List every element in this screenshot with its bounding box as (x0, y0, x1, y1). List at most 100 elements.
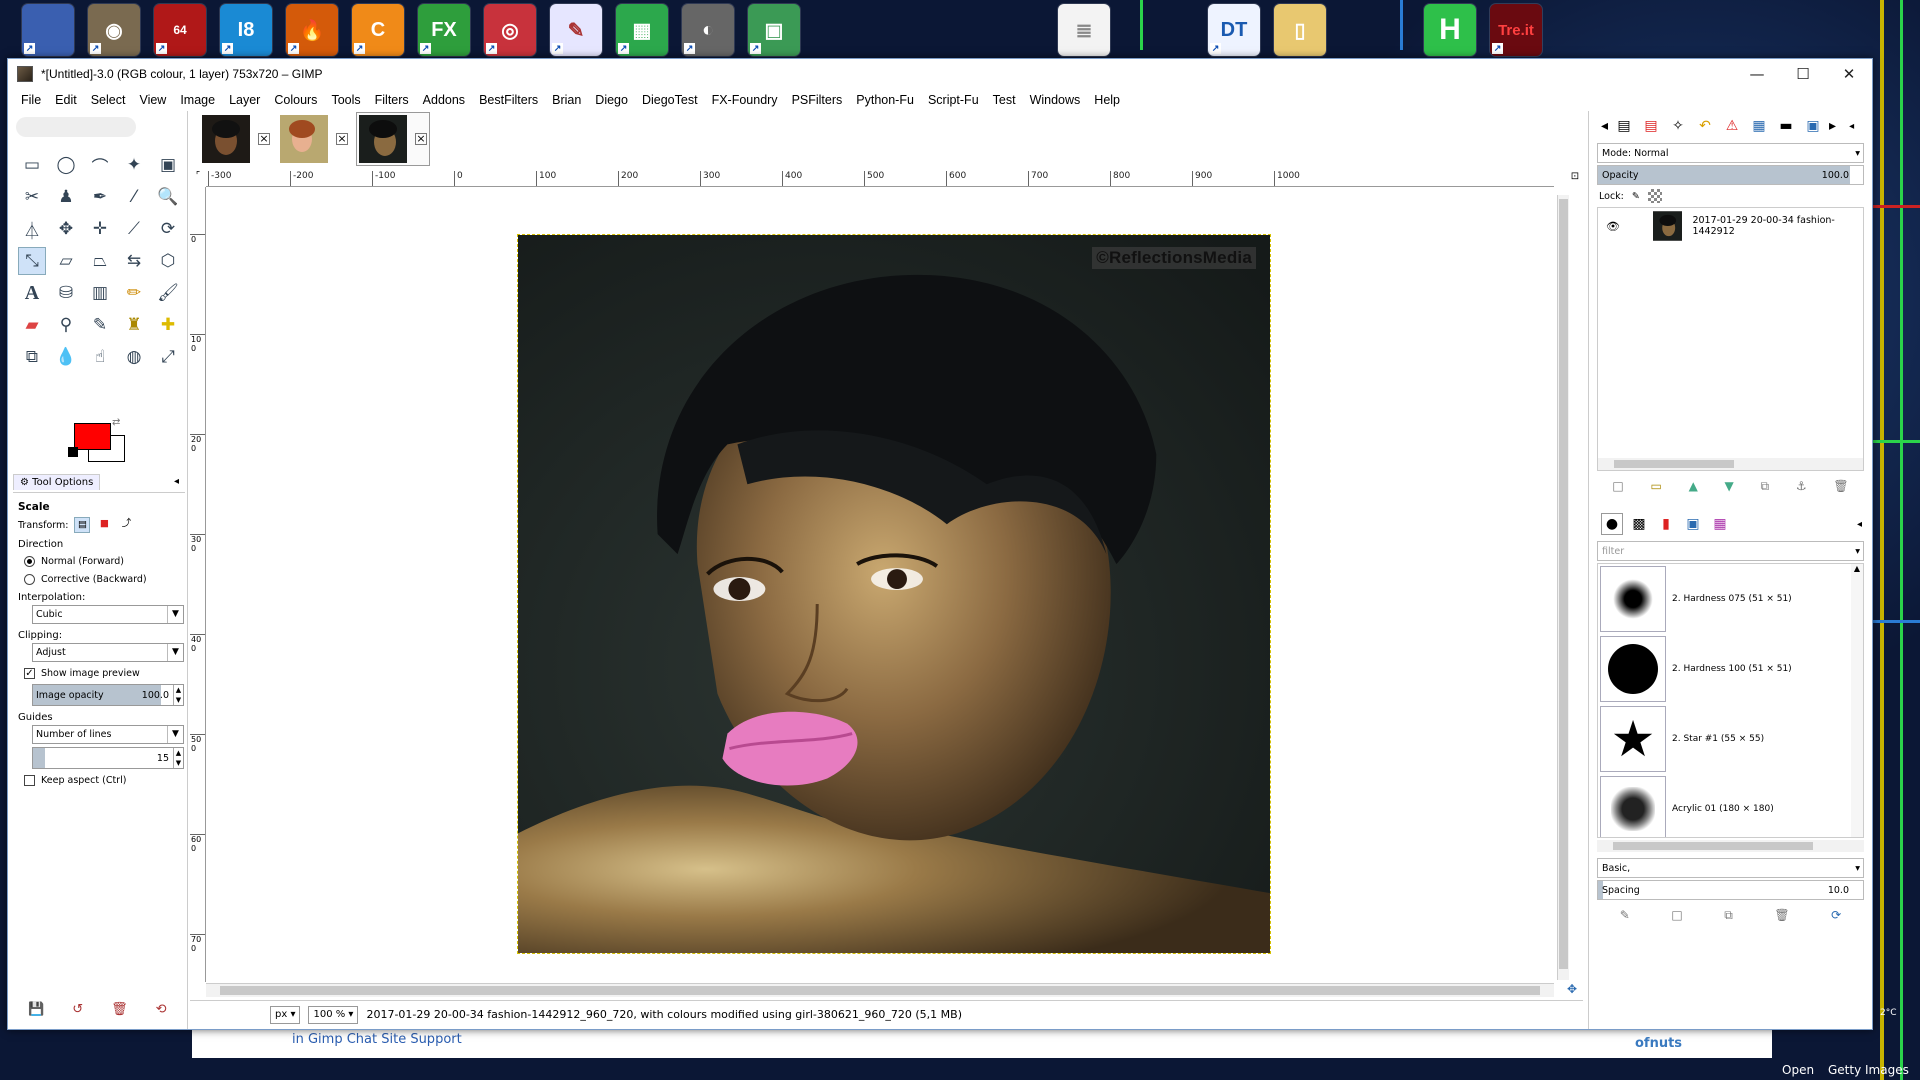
delete-layer-icon[interactable]: 🗑 (1833, 479, 1848, 493)
color-picker-icon[interactable]: ⁄ (120, 183, 148, 211)
scrollbar-thumb[interactable] (1614, 460, 1734, 468)
menu-item-layer[interactable]: Layer (222, 93, 267, 107)
foreground-color-swatch[interactable] (74, 423, 111, 450)
menu-item-edit[interactable]: Edit (48, 93, 84, 107)
blur-icon[interactable]: 💧 (52, 343, 80, 371)
quick-mask-corner[interactable]: ⌜ (190, 171, 206, 187)
raise-layer-icon[interactable]: ▲ (1689, 479, 1698, 493)
layers-hscrollbar[interactable] (1598, 458, 1863, 470)
images-tab-icon[interactable]: ▦ (1748, 115, 1770, 137)
scrollbar-thumb[interactable] (220, 986, 1540, 995)
clone-icon[interactable]: ♜ (120, 311, 148, 339)
brushes-tab-icon[interactable]: ● (1601, 513, 1623, 535)
vertical-ruler[interactable]: 0 100 200 300 400 500 600 700 (190, 187, 206, 982)
canvas-viewport[interactable]: ©ReflectionsMedia (206, 187, 1554, 982)
rotate-icon[interactable]: ⟳ (154, 215, 182, 243)
gimp-app-icon[interactable]: ◉ ↗ (88, 4, 140, 56)
folder2-icon[interactable]: ▯ (1274, 4, 1326, 56)
menu-item-colours[interactable]: Colours (267, 93, 324, 107)
menu-item-view[interactable]: View (132, 93, 173, 107)
menu-item-tools[interactable]: Tools (324, 93, 367, 107)
templates-tab-icon[interactable]: ▣ (1802, 115, 1824, 137)
maximize-button[interactable]: ☐ (1780, 59, 1826, 89)
rect-select-icon[interactable]: ▭ (18, 151, 46, 179)
horizontal-scrollbar[interactable] (206, 983, 1554, 997)
scroll-left-icon[interactable]: ◂ (1601, 118, 1608, 134)
treit-app-icon[interactable]: Tre.it ↗ (1490, 4, 1542, 56)
dt-app-icon[interactable]: DT ↗ (1208, 4, 1260, 56)
minimize-button[interactable]: — (1734, 59, 1780, 89)
brush-item[interactable]: 2. Hardness 100 (51 × 51) (1598, 634, 1863, 704)
undo-history-tab-icon[interactable]: ↶ (1694, 115, 1716, 137)
layer-mode-select[interactable]: Mode: Normal ▾ (1597, 143, 1864, 163)
menu-item-python-fu[interactable]: Python-Fu (849, 93, 921, 107)
horizontal-ruler[interactable]: -300 -200 -100 0 100 200 300 400 500 600 700 800 900… (206, 171, 1554, 187)
scale-icon[interactable]: ⤡ (18, 247, 46, 275)
layer-row[interactable]: 👁 2017-01-29 20-00-34 fashion-1442912 (1598, 208, 1863, 244)
perspective-icon[interactable]: ⏢ (86, 247, 114, 275)
zoom-icon[interactable]: 🔍 (154, 183, 182, 211)
layers-tab-icon[interactable]: ▤ (1613, 115, 1635, 137)
radio-on[interactable] (24, 555, 35, 567)
fuzzy-select-icon[interactable]: ✦ (120, 151, 148, 179)
radio-off[interactable] (24, 573, 35, 585)
document-icon[interactable]: ≣ (1058, 4, 1110, 56)
lock-alpha-icon[interactable] (1647, 189, 1662, 203)
ink-icon[interactable]: ✎ (86, 311, 114, 339)
transform-selection-icon[interactable]: ■ (96, 517, 112, 533)
image-opacity-slider[interactable]: Image opacity 100.0 ▲ ▼ (32, 684, 184, 706)
shear-icon[interactable]: ▱ (52, 247, 80, 275)
interpolation-select[interactable]: Cubic ▼ (32, 605, 184, 624)
dock-menu-icon[interactable]: ◂ (1857, 519, 1862, 530)
brush-item[interactable]: Acrylic 01 (180 × 180) (1598, 774, 1863, 837)
color-select-icon[interactable]: ▣ (154, 151, 182, 179)
menu-item-diegotest[interactable]: DiegoTest (635, 93, 705, 107)
show-preview-checkbox[interactable]: ✓ Show image preview (24, 666, 185, 680)
brush-item[interactable]: ★ 2. Star #1 (55 × 55) (1598, 704, 1863, 774)
measure-icon[interactable]: ⏃ (18, 215, 46, 243)
keep-aspect-checkbox[interactable]: Keep aspect (Ctrl) (24, 773, 185, 787)
heal-icon[interactable]: ✚ (154, 311, 182, 339)
menu-item-filters[interactable]: Filters (368, 93, 416, 107)
forum-user[interactable]: ofnuts (1635, 1036, 1682, 1051)
refresh-brushes-icon[interactable]: ⟳ (1831, 908, 1841, 922)
new-brush-icon[interactable]: □ (1671, 908, 1682, 922)
warp-icon[interactable]: ⤢ (154, 343, 182, 371)
align-icon[interactable]: ✛ (86, 215, 114, 243)
folder-app-icon[interactable]: ▦ ↗ (616, 4, 668, 56)
menu-item-psfilters[interactable]: PSFilters (785, 93, 850, 107)
save-options-icon[interactable]: 💾 (28, 1002, 44, 1017)
brush-preset-select[interactable]: Basic, ▾ (1597, 858, 1864, 878)
brush-vscrollbar[interactable]: ▲ (1851, 564, 1863, 837)
duplicate-brush-icon[interactable]: ⧉ (1724, 908, 1733, 923)
dodge-burn-icon[interactable]: ◍ (120, 343, 148, 371)
devices-tab-icon[interactable]: ▬ (1775, 115, 1797, 137)
ellipse-select-icon[interactable]: ◯ (52, 151, 80, 179)
close-tab-icon[interactable]: × (258, 133, 270, 145)
guides-lines-spinner[interactable]: 15 ▲ ▼ (32, 747, 184, 769)
tab-tool-options[interactable]: ⚙ Tool Options (13, 473, 101, 490)
scroll-right-icon[interactable]: ▸ (1829, 118, 1836, 134)
image-tab[interactable]: × (200, 113, 272, 165)
error-console-tab-icon[interactable]: ⚠ (1721, 115, 1743, 137)
new-layer-icon[interactable]: □ (1612, 479, 1623, 493)
brush-hscrollbar[interactable] (1597, 840, 1864, 852)
free-select-icon[interactable]: ⌒ (86, 151, 114, 179)
spin-arrows-icon[interactable]: ▲ ▼ (173, 685, 183, 705)
unit-select[interactable]: px ▾ (270, 1005, 301, 1024)
new-group-icon[interactable]: ▭ (1650, 479, 1661, 493)
paint-app-icon[interactable]: ✎ ↗ (550, 4, 602, 56)
dock-menu-icon[interactable]: ◂ (1849, 121, 1854, 132)
files-app-icon[interactable]: ↗ (22, 4, 74, 56)
canvas-image[interactable]: ©ReflectionsMedia (517, 234, 1271, 954)
move-icon[interactable]: ✥ (52, 215, 80, 243)
brush-filter-input[interactable]: filter ▾ (1597, 541, 1864, 561)
perspective-clone-icon[interactable]: ⧉ (18, 343, 46, 371)
paths-icon[interactable]: ✒ (86, 183, 114, 211)
anchor-layer-icon[interactable]: ⚓ (1796, 479, 1807, 493)
patterns-tab-icon[interactable]: ▩ (1628, 513, 1650, 535)
cage-icon[interactable]: ⬡ (154, 247, 182, 275)
panel-menu-icon[interactable]: ◂ (174, 476, 179, 487)
scissors-icon[interactable]: ✂ (18, 183, 46, 211)
duplicate-layer-icon[interactable]: ⧉ (1761, 479, 1770, 494)
